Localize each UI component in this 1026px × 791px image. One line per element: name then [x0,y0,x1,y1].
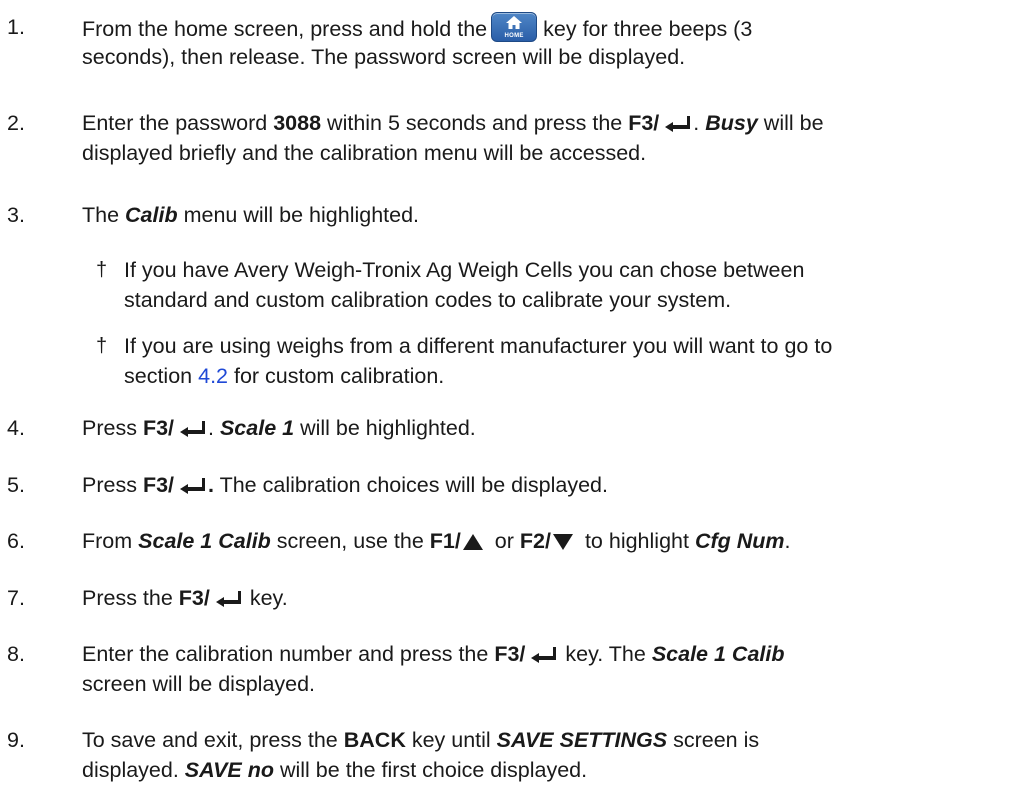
back-key-label: BACK [343,728,406,752]
section-link[interactable]: 4.2 [198,364,228,388]
down-triangle-icon [552,534,573,550]
step-text-line2: screen will be displayed. [82,672,316,696]
step-text-line2: displayed briefly and the calibration me… [82,141,647,165]
f3-key-label: F3/ [628,111,660,135]
step-number: 5. [7,473,25,497]
password-value: 3088 [273,111,322,135]
step-text: Press the F3/ key. [82,586,288,610]
f3-key-label: F3/ [142,416,175,440]
step-number: 7. [7,586,25,610]
cfg-num-option: Cfg Num [694,529,785,553]
bullet-text: If you are using weighs from a different… [124,334,833,358]
enter-arrow-icon [665,116,691,132]
step-text: Press F3/. Scale 1 will be highlighted. [82,416,476,440]
step-number: 8. [7,642,25,666]
step-number: 6. [7,529,25,553]
step-number: 2. [7,111,25,135]
f3-key-label: F3/ [142,473,175,497]
step-text: Enter the password 3088 within 5 seconds… [82,111,824,135]
step-text-line2: seconds), then release. The password scr… [82,45,686,69]
f2-key-label: F2/ [519,529,551,553]
up-triangle-icon [462,534,483,550]
bullet-text-line2: standard and custom calibration codes to… [124,288,732,312]
bullet-text: If you have Avery Weigh-Tronix Ag Weigh … [124,258,805,282]
step-number: 3. [7,203,25,227]
step-number: 1. [7,15,25,39]
enter-arrow-icon [180,478,206,494]
enter-arrow-icon [180,421,206,437]
calib-menu-name: Calib [125,203,178,227]
step-text: From the home screen, press and hold the… [82,12,1012,44]
dagger-bullet-icon: † [96,335,108,357]
f1-key-label: F1/ [429,529,461,553]
step-text: From Scale 1 Calib screen, use the F1/ o… [82,529,791,553]
screen-name: Scale 1 Calib [651,642,785,666]
step-text-line2: displayed. SAVE no will be the first cho… [82,758,588,782]
home-key-icon: HOME [491,12,538,42]
dagger-bullet-icon: † [96,259,108,281]
step-text: Press F3/. The calibration choices will … [82,473,608,497]
step-text: To save and exit, press the BACK key unt… [82,728,760,752]
enter-arrow-icon [215,591,241,607]
save-settings-screen: SAVE SETTINGS [496,728,668,752]
scale-name: Scale 1 [219,416,295,440]
bullet-text-line2: section 4.2 for custom calibration. [124,364,445,388]
save-no-choice: SAVE no [184,758,274,782]
busy-text: Busy [705,111,758,135]
step-text: Enter the calibration number and press t… [82,642,785,666]
f3-key-label: F3/ [494,642,526,666]
f3-key-label: F3/ [178,586,210,610]
screen-name: Scale 1 Calib [138,529,271,553]
step-text: The Calib menu will be highlighted. [82,203,420,227]
step-number: 9. [7,728,25,752]
step-number: 4. [7,416,25,440]
enter-arrow-icon [531,647,557,663]
